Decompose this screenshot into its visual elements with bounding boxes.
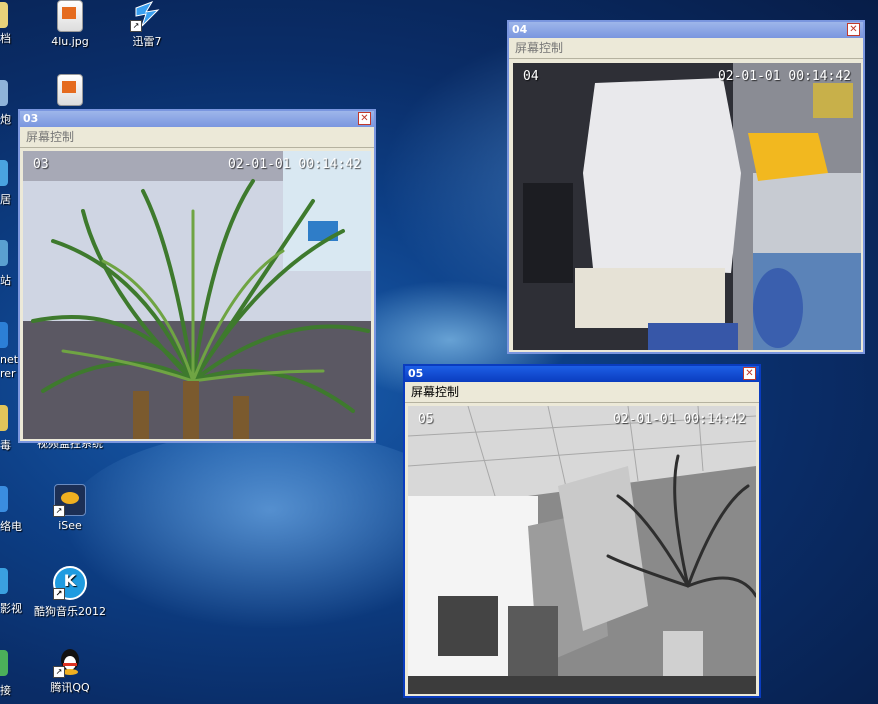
desktop-icon-label: 酷狗音乐2012 — [34, 605, 106, 618]
camera-image-office — [513, 63, 861, 350]
desktop-icon-label[interactable]: 站 — [0, 272, 11, 288]
close-button[interactable]: ✕ — [743, 367, 756, 380]
channel-label: 03 — [33, 157, 49, 172]
camera-image-office-bw — [408, 406, 756, 694]
desktop-icon-label: 迅雷7 — [132, 35, 162, 48]
thunder-icon: ↗ — [130, 0, 162, 32]
timestamp: 02-01-01 00:14:42 — [717, 69, 851, 84]
folder-icon[interactable] — [0, 2, 8, 28]
desktop-icon-label[interactable]: 影视 — [0, 600, 22, 616]
jpg-file-icon — [57, 0, 83, 32]
app-icon[interactable] — [0, 568, 8, 594]
desktop-icon-label[interactable]: 络电 — [0, 518, 22, 534]
desktop-icon-label[interactable]: 毒 — [0, 437, 11, 453]
camera-window-03[interactable]: 03 ✕ 屏幕控制 03 02-01-01 00:14:42 — [18, 109, 376, 443]
camera-window-05[interactable]: 05 ✕ 屏幕控制 05 02-01-01 00:14:42 — [403, 364, 761, 698]
desktop-icon-label: iSee — [58, 519, 82, 532]
app-icon[interactable] — [0, 80, 8, 106]
camera-feed-04: 04 02-01-01 00:14:42 — [513, 63, 861, 350]
desktop-icon-kugou[interactable]: K ↗ 酷狗音乐2012 — [28, 566, 112, 619]
desktop-icon-qq[interactable]: ↗ 腾讯QQ — [28, 646, 112, 695]
channel-label: 05 — [418, 412, 434, 427]
desktop-icon-label[interactable]: 居 — [0, 191, 11, 207]
camera-image-plant — [23, 151, 371, 439]
timestamp: 02-01-01 00:14:42 — [227, 157, 361, 172]
desktop-icon-image[interactable] — [28, 74, 112, 109]
isee-icon: ↗ — [53, 484, 86, 517]
desktop-icon-label[interactable]: 炮 — [0, 111, 11, 127]
window-titlebar[interactable]: 05 ✕ — [405, 366, 759, 382]
channel-label: 04 — [523, 69, 539, 84]
app-icon[interactable] — [0, 160, 8, 186]
app-icon[interactable] — [0, 650, 8, 676]
camera-feed-05: 05 02-01-01 00:14:42 — [408, 406, 756, 694]
app-icon[interactable] — [0, 486, 8, 512]
desktop-icon-thunder[interactable]: ↗ 迅雷7 — [105, 0, 189, 49]
desktop-icon-label: 4lu.jpg — [51, 35, 89, 48]
close-button[interactable]: ✕ — [358, 112, 371, 125]
antivirus-icon[interactable] — [0, 405, 8, 431]
desktop-icon-label[interactable]: net — [0, 353, 18, 366]
menu-screen-control[interactable]: 屏幕控制 — [20, 127, 374, 148]
desktop-icon-label[interactable]: 接 — [0, 682, 11, 698]
menu-screen-control[interactable]: 屏幕控制 — [405, 382, 759, 403]
window-title: 05 — [408, 367, 424, 380]
ie-icon[interactable] — [0, 322, 8, 348]
desktop-icon-4lu-jpg[interactable]: 4lu.jpg — [28, 0, 112, 48]
app-icon[interactable] — [0, 240, 8, 266]
camera-feed-03: 03 02-01-01 00:14:42 — [23, 151, 371, 439]
window-titlebar[interactable]: 03 ✕ — [20, 111, 374, 127]
camera-window-04[interactable]: 04 ✕ 屏幕控制 04 02-01-01 00:14:42 — [507, 20, 865, 354]
kugou-icon: K ↗ — [53, 566, 87, 600]
desktop-icon-label[interactable]: 档 — [0, 30, 11, 46]
close-button[interactable]: ✕ — [847, 23, 860, 36]
window-title: 03 — [23, 112, 39, 125]
image-file-icon — [57, 74, 83, 106]
window-titlebar[interactable]: 04 ✕ — [509, 22, 863, 38]
timestamp: 02-01-01 00:14:42 — [612, 412, 746, 427]
menu-screen-control[interactable]: 屏幕控制 — [509, 38, 863, 59]
desktop-icon-isee[interactable]: ↗ iSee — [28, 484, 112, 532]
window-title: 04 — [512, 23, 528, 36]
qq-icon: ↗ — [53, 646, 85, 678]
desktop-icon-label[interactable]: rer — [0, 367, 16, 380]
desktop-icon-label: 腾讯QQ — [50, 681, 90, 694]
